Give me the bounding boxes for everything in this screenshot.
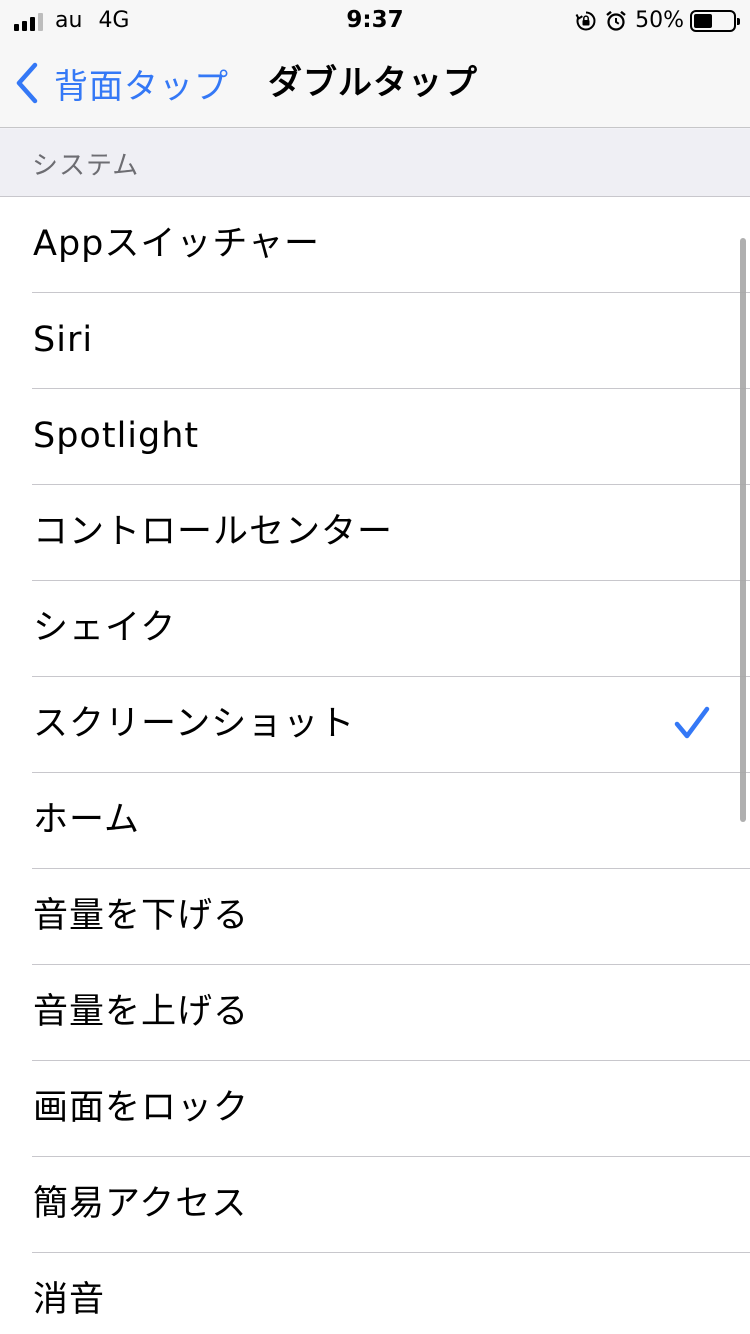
list-item-selected[interactable]: スクリーンショット bbox=[0, 677, 750, 773]
list-item-label: シェイク bbox=[33, 608, 177, 648]
list-item[interactable]: Appスイッチャー bbox=[0, 197, 750, 293]
navigation-bar: 背面タップ ダブルタップ bbox=[0, 40, 750, 128]
list-item-label: 音量を下げる bbox=[33, 896, 250, 936]
list-item[interactable]: 音量を下げる bbox=[0, 869, 750, 965]
list-item-label: 音量を上げる bbox=[33, 992, 250, 1032]
list-item-label: Spotlight bbox=[33, 416, 200, 456]
battery-percent: 50% bbox=[635, 8, 684, 33]
scroll-indicator[interactable] bbox=[740, 238, 746, 822]
battery-icon bbox=[690, 9, 740, 32]
status-bar: au 4G 9:37 50% bbox=[0, 0, 750, 40]
alarm-icon bbox=[606, 10, 626, 31]
list-item-label: スクリーンショット bbox=[33, 704, 356, 744]
chevron-left-icon bbox=[16, 62, 38, 104]
section-header: システム bbox=[0, 129, 750, 197]
list-item-label: 画面をロック bbox=[33, 1088, 250, 1128]
list-item[interactable]: 簡易アクセス bbox=[0, 1157, 750, 1253]
section-header-label: システム bbox=[32, 151, 140, 181]
list-item[interactable]: 画面をロック bbox=[0, 1061, 750, 1157]
list-item[interactable]: 消音 bbox=[0, 1253, 750, 1334]
list-item-label: 簡易アクセス bbox=[33, 1184, 248, 1224]
status-right: 50% bbox=[575, 8, 740, 33]
list-item[interactable]: ホーム bbox=[0, 773, 750, 869]
back-label: 背面タップ bbox=[54, 66, 229, 107]
battery-fill bbox=[694, 13, 713, 28]
list-item-label: Siri bbox=[33, 320, 94, 360]
list-item[interactable]: 音量を上げる bbox=[0, 965, 750, 1061]
back-button[interactable]: 背面タップ bbox=[14, 58, 229, 108]
list-item[interactable]: シェイク bbox=[0, 581, 750, 677]
list-item-label: 消音 bbox=[33, 1280, 106, 1320]
action-list: Appスイッチャー Siri Spotlight コントロールセンター シェイク… bbox=[0, 197, 750, 1334]
list-item-label: Appスイッチャー bbox=[33, 224, 321, 264]
checkmark-icon bbox=[674, 706, 710, 739]
list-item[interactable]: コントロールセンター bbox=[0, 485, 750, 581]
page-title: ダブルタップ bbox=[268, 63, 478, 103]
list-item[interactable]: Spotlight bbox=[0, 389, 750, 485]
list-item-label: コントロールセンター bbox=[33, 512, 394, 552]
list-item[interactable]: Siri bbox=[0, 293, 750, 389]
list-item-label: ホーム bbox=[33, 800, 140, 840]
orientation-lock-icon bbox=[575, 11, 596, 30]
